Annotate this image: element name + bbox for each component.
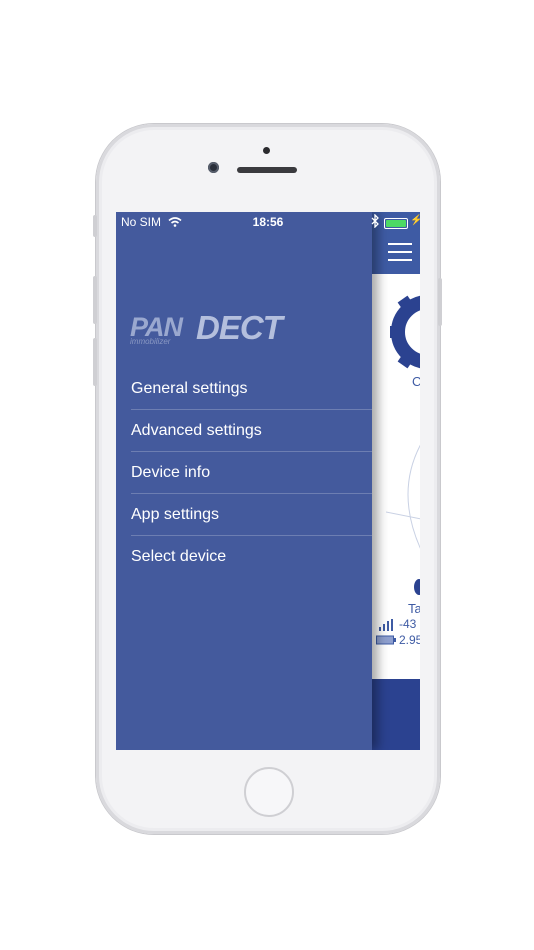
battery-value: 2.95: [399, 633, 420, 647]
volume-up-button: [93, 276, 97, 324]
menu-item-label: General settings: [131, 379, 248, 397]
menu-item-device-info[interactable]: Device info: [131, 452, 372, 494]
logo-dect: DECT: [196, 309, 286, 346]
signal-icon: [379, 619, 393, 631]
volume-down-button: [93, 338, 97, 386]
mute-switch: [93, 215, 97, 237]
tag-indicator: [414, 579, 420, 595]
proximity-sensor: [263, 147, 270, 154]
home-button[interactable]: [244, 767, 294, 817]
menu-item-label: Device info: [131, 463, 211, 481]
logo-sub: immobilizer: [130, 337, 171, 346]
pandect-logo: PAN DECT immobilizer: [130, 309, 287, 346]
status-bar: No SIM 18:56 ⚡: [116, 212, 420, 232]
side-drawer: PAN DECT immobilizer General settings Ad…: [116, 212, 372, 750]
menu-item-app-settings[interactable]: App settings: [131, 494, 372, 536]
menu-item-label: Select device: [131, 547, 227, 565]
battery-fill: [386, 220, 406, 227]
menu-item-select-device[interactable]: Select device: [131, 536, 372, 577]
power-button: [438, 278, 442, 326]
earpiece-speaker: [237, 167, 297, 173]
hamburger-menu-icon[interactable]: [386, 242, 414, 262]
menu-item-advanced-settings[interactable]: Advanced settings: [131, 410, 372, 452]
app-label-ta: Ta: [408, 601, 420, 616]
charging-icon: ⚡: [410, 215, 420, 226]
front-camera: [208, 162, 219, 173]
radar-lines: [386, 444, 420, 549]
bluetooth-icon: [371, 214, 379, 228]
drawer-menu: General settings Advanced settings Devic…: [116, 368, 372, 577]
menu-item-label: App settings: [131, 505, 220, 523]
menu-item-label: Advanced settings: [131, 421, 262, 439]
app-label-c: C: [412, 374, 420, 389]
signal-value: -43: [399, 617, 417, 631]
battery-indicator: [384, 218, 408, 229]
menu-item-general-settings[interactable]: General settings: [131, 368, 372, 410]
battery-icon: [376, 635, 396, 645]
screen: C Ta -43 2.95 No SIM 18:56 ⚡ PAN DECT im…: [116, 212, 420, 750]
gear-icon: [390, 295, 420, 369]
